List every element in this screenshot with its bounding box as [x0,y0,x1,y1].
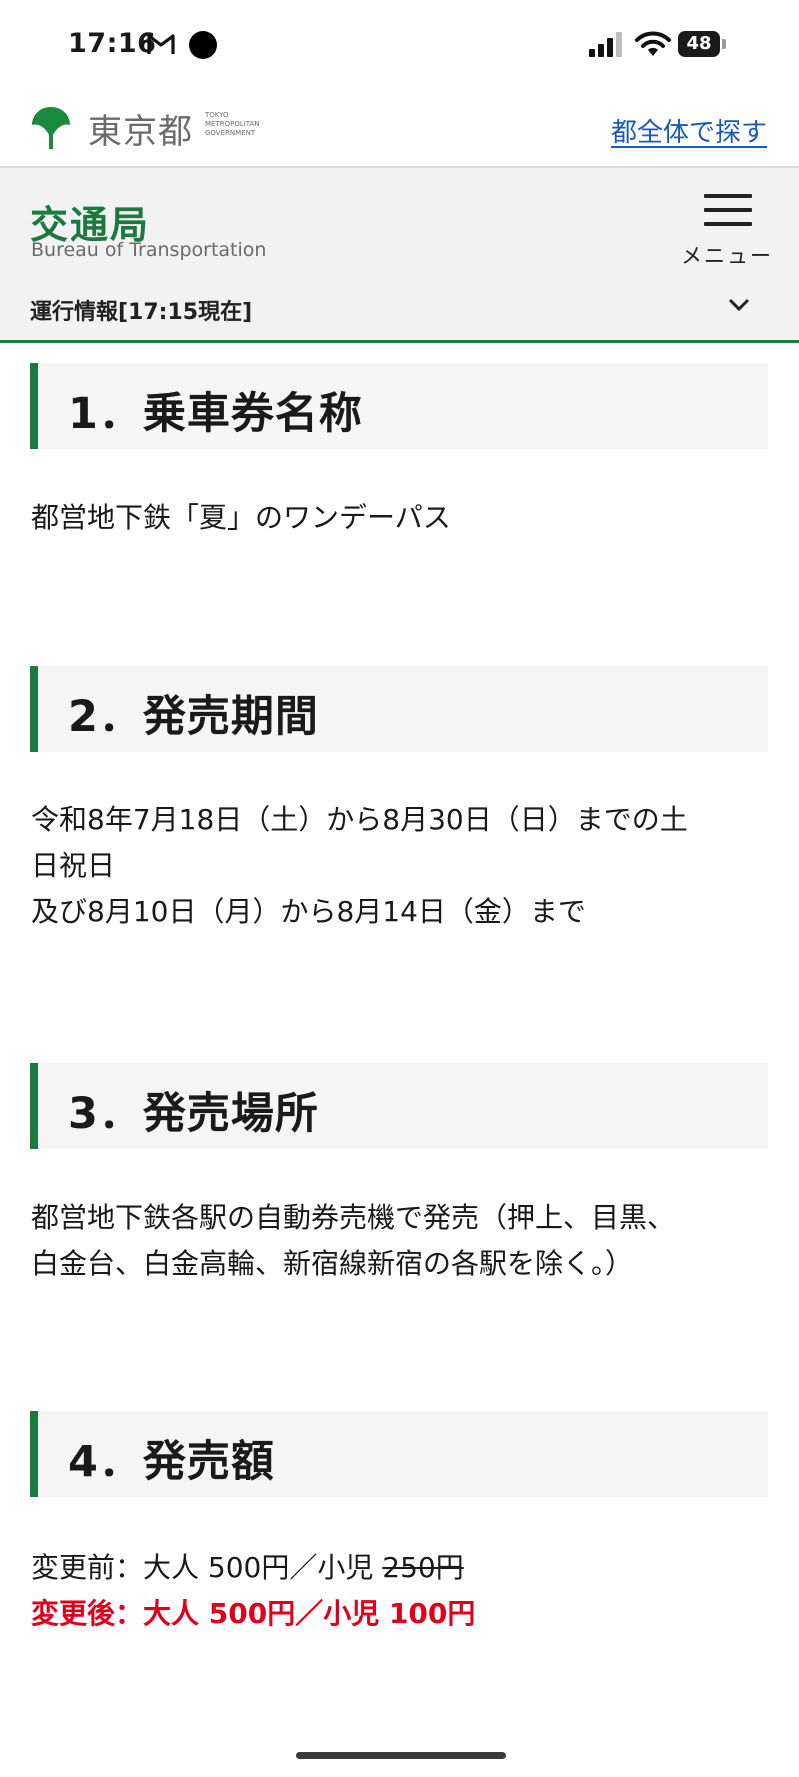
section-heading-ticket-name: 1．乗車券名称 [30,363,768,449]
section-body-price: 変更前：大人 500円／小児 250円 変更後：大人 500円／小児 100円 [31,1545,771,1637]
body-line: 白金台、白金高輪、新宿線新宿の各駅を除く。） [31,1247,634,1280]
section-heading-text: 2．発売期間 [68,692,319,742]
body-line: 都営地下鉄各駅の自動券売機で発売（押上、目黒、 [31,1201,676,1234]
old-child-price: 250円 [382,1551,464,1584]
body-line: 都営地下鉄「夏」のワンデーパス [31,501,451,534]
menu-label: メニュー [681,244,773,268]
section-body-sale-period: 令和8年7月18日（土）から8月30日（日）までの土 日祝日 及び8月10日（月… [31,797,771,935]
section-heading-text: 4．発売額 [68,1437,275,1487]
operation-info-toggle[interactable]: 運行情報[17:15現在] [30,294,252,326]
search-whole-site-link[interactable]: 都全体で探す [611,112,767,149]
section-heading-sale-location: 3．発売場所 [30,1063,768,1149]
gov-logo-subtext: TOKYO METROPOLITAN GOVERNMENT [205,111,260,137]
body-line: 日祝日 [31,849,116,882]
home-indicator[interactable] [296,1752,506,1759]
notification-dot-icon [189,31,217,59]
chevron-down-icon[interactable] [727,296,751,314]
menu-button[interactable]: メニュー [679,190,775,270]
status-bar: 17:16 48 [0,0,799,90]
price-before-line: 変更前：大人 500円／小児 250円 [31,1551,464,1584]
section-body-sale-location: 都営地下鉄各駅の自動券売機で発売（押上、目黒、 白金台、白金高輪、新宿線新宿の各… [31,1195,771,1287]
body-line: 令和8年7月18日（土）から8月30日（日）までの土 [31,803,688,836]
gmail-icon [147,34,175,54]
section-heading-price: 4．発売額 [30,1411,768,1497]
tokyo-ginkgo-logo-icon[interactable] [30,105,72,151]
section-body-ticket-name: 都営地下鉄「夏」のワンデーパス [31,495,771,541]
section-heading-text: 1．乗車券名称 [68,389,363,439]
gov-logo-text: 東京都 [88,112,193,152]
cellular-signal-icon [589,32,622,57]
metro-header: 東京都 TOKYO METROPOLITAN GOVERNMENT 都全体で探す [0,90,799,168]
wifi-icon [635,31,671,56]
bureau-subtitle: Bureau of Transportation [31,239,267,261]
hamburger-icon [704,194,752,198]
battery-level: 48 [678,31,720,57]
section-heading-sale-period: 2．発売期間 [30,666,768,752]
bureau-header: 交通局 Bureau of Transportation メニュー 運行情報[1… [0,168,799,343]
status-time: 17:16 [68,28,157,59]
body-line: 及び8月10日（月）から8月14日（金）まで [31,895,586,928]
section-heading-text: 3．発売場所 [68,1089,319,1139]
battery-icon: 48 [678,31,726,57]
price-after-line: 変更後：大人 500円／小児 100円 [31,1597,476,1630]
